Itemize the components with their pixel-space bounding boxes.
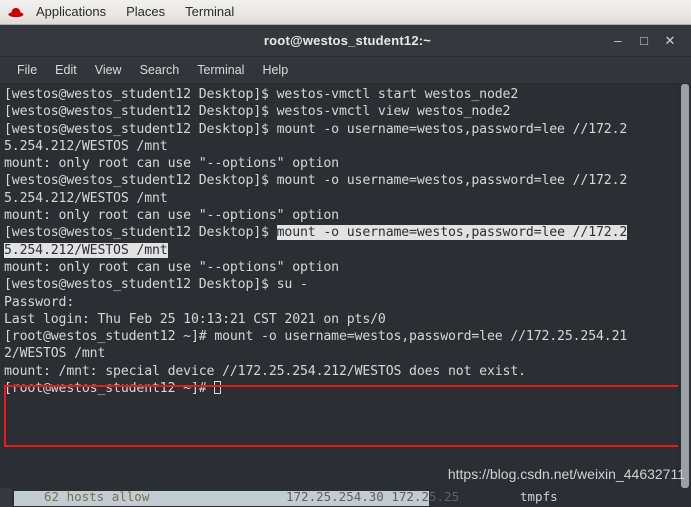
terminal-line: [root@westos_student12 ~]# mount -o user… [4, 328, 677, 345]
background-left-text: 62 hosts allow [44, 489, 150, 504]
terminal-line: [westos@westos_student12 Desktop]$ su - [4, 276, 677, 293]
terminal-line: [westos@westos_student12 Desktop]$ westo… [4, 86, 677, 103]
terminal-scrollbar[interactable] [678, 84, 691, 488]
terminal-line: mount: only root can use "--options" opt… [4, 155, 677, 172]
terminal-line: [westos@westos_student12 Desktop]$ mount… [4, 172, 677, 189]
panel-item-places[interactable]: Places [116, 0, 175, 24]
terminal-line-text: [westos@westos_student12 Desktop]$ su - [4, 277, 308, 293]
terminal-line-text: [root@westos_student12 ~]# mount -o user… [4, 329, 628, 345]
background-right-text: tmpfs [520, 489, 558, 504]
terminal-prompt: [westos@westos_student12 Desktop]$ [4, 225, 277, 241]
menu-item-file[interactable]: File [8, 58, 46, 82]
terminal-line-text: 2/WESTOS /mnt [4, 346, 106, 362]
terminal-line-text: 5.254.212/WESTOS /mnt [4, 190, 168, 206]
terminal-line-text: 5.254.212/WESTOS /mnt [4, 138, 168, 154]
terminal-line: Password: [4, 294, 677, 311]
panel-item-terminal[interactable]: Terminal [175, 0, 244, 24]
menu-item-view[interactable]: View [86, 58, 131, 82]
terminal-line-text: [westos@westos_student12 Desktop]$ mount… [4, 121, 628, 137]
terminal-line: mount: only root can use "--options" opt… [4, 259, 677, 276]
menubar: File Edit View Search Terminal Help [0, 57, 691, 84]
terminal-line-text: Last login: Thu Feb 25 10:13:21 CST 2021… [4, 311, 386, 327]
close-button[interactable]: ✕ [657, 28, 683, 54]
terminal-line: [westos@westos_student12 Desktop]$ mount… [4, 121, 677, 138]
background-terminal-strip[interactable]: 62 hosts allow 172.25.254.30 172.25.25 t… [0, 488, 691, 507]
menu-item-edit[interactable]: Edit [46, 58, 86, 82]
background-mid-text: 172.25.254.30 172.25.25 [286, 489, 460, 504]
terminal-line: 5.254.212/WESTOS /mnt [4, 242, 677, 259]
terminal-output-area[interactable]: [westos@westos_student12 Desktop]$ westo… [0, 84, 691, 488]
terminal-selected-text[interactable]: 5.254.212/WESTOS /mnt [4, 242, 168, 258]
terminal-cursor [214, 381, 222, 395]
terminal-line: [westos@westos_student12 Desktop]$ mount… [4, 224, 677, 241]
terminal-line-text: [westos@westos_student12 Desktop]$ westo… [4, 104, 511, 120]
panel-item-applications[interactable]: Applications [26, 0, 116, 24]
terminal-text: [westos@westos_student12 Desktop]$ westo… [4, 86, 677, 397]
gnome-top-panel: Applications Places Terminal [0, 0, 691, 25]
terminal-line: Last login: Thu Feb 25 10:13:21 CST 2021… [4, 311, 677, 328]
terminal-line-text: [westos@westos_student12 Desktop]$ westo… [4, 87, 519, 102]
terminal-line: mount: only root can use "--options" opt… [4, 207, 677, 224]
menu-item-help[interactable]: Help [253, 58, 297, 82]
terminal-line-text: mount: only root can use "--options" opt… [4, 259, 339, 275]
terminal-line: [westos@westos_student12 Desktop]$ westo… [4, 103, 677, 120]
terminal-line-text: Password: [4, 294, 75, 310]
terminal-window: root@westos_student12:~ – □ ✕ File Edit … [0, 25, 691, 488]
terminal-line: [root@westos_student12 ~]# [4, 380, 677, 397]
redhat-fedora-icon[interactable] [8, 5, 24, 19]
watermark-url: https://blog.csdn.net/weixin_44632711 [447, 466, 685, 482]
terminal-line: mount: /mnt: special device //172.25.254… [4, 363, 677, 380]
terminal-line-text: [root@westos_student12 ~]# [4, 381, 215, 397]
terminal-selected-text[interactable]: mount -o username=westos,password=lee //… [276, 225, 627, 241]
maximize-button[interactable]: □ [631, 28, 657, 54]
terminal-line-text: mount: only root can use "--options" opt… [4, 208, 339, 224]
minimize-button[interactable]: – [605, 28, 631, 54]
menu-item-search[interactable]: Search [131, 58, 189, 82]
terminal-scrollbar-thumb[interactable] [681, 84, 689, 488]
terminal-line: 5.254.212/WESTOS /mnt [4, 190, 677, 207]
window-title: root@westos_student12:~ [263, 33, 432, 48]
window-titlebar[interactable]: root@westos_student12:~ – □ ✕ [0, 25, 691, 57]
menu-item-terminal[interactable]: Terminal [188, 58, 253, 82]
terminal-line-text: mount: only root can use "--options" opt… [4, 156, 339, 172]
terminal-line-text: mount: /mnt: special device //172.25.254… [4, 363, 526, 379]
terminal-line: 5.254.212/WESTOS /mnt [4, 138, 677, 155]
terminal-line: 2/WESTOS /mnt [4, 345, 677, 362]
background-window-edge [0, 488, 12, 507]
terminal-line-text: [westos@westos_student12 Desktop]$ mount… [4, 173, 628, 189]
